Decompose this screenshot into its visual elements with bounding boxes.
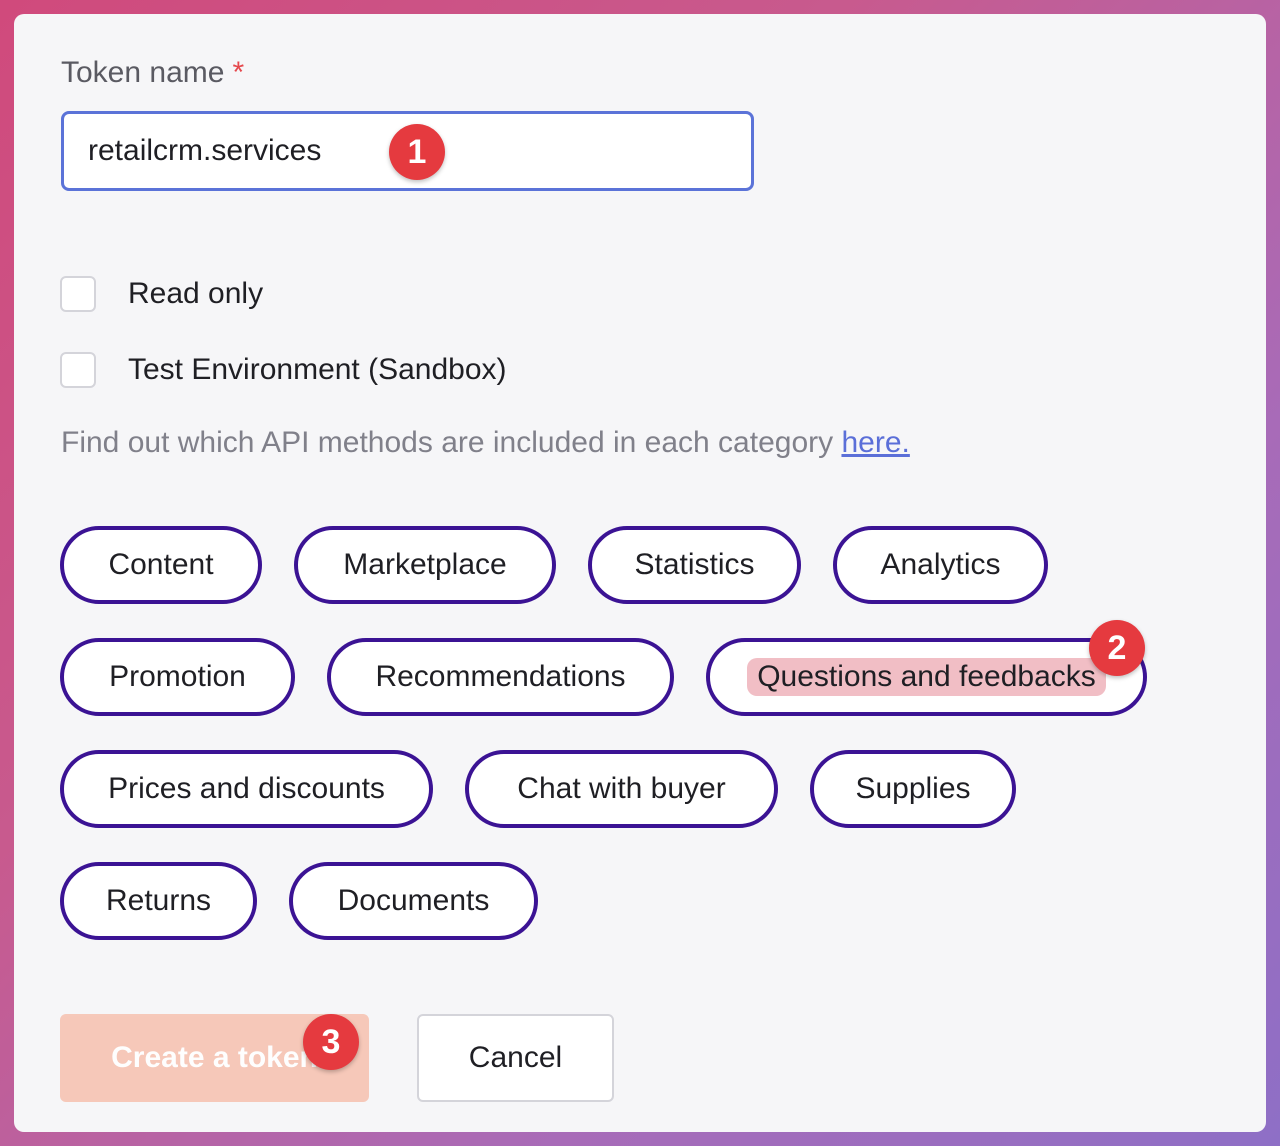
chip-marketplace[interactable]: Marketplace <box>294 526 556 604</box>
chip-statistics[interactable]: Statistics <box>588 526 801 604</box>
sandbox-checkbox[interactable] <box>60 352 96 388</box>
chip-label: Prices and discounts <box>108 772 385 805</box>
read-only-row[interactable]: Read only <box>60 276 263 312</box>
chip-analytics[interactable]: Analytics <box>833 526 1048 604</box>
chip-returns[interactable]: Returns <box>60 862 257 940</box>
chip-label: Content <box>108 548 214 581</box>
info-link[interactable]: here. <box>841 426 909 459</box>
sandbox-label: Test Environment (Sandbox) <box>128 353 507 386</box>
cancel-label: Cancel <box>468 1041 563 1074</box>
cancel-button[interactable]: Cancel <box>417 1014 614 1102</box>
info-text-body: Find out which API methods are included … <box>61 426 842 459</box>
chip-documents[interactable]: Documents <box>289 862 538 940</box>
chip-label: Analytics <box>880 548 1001 581</box>
chip-label: Statistics <box>634 548 755 581</box>
chip-label: Marketplace <box>343 548 507 581</box>
chip-recommendations[interactable]: Recommendations <box>327 638 674 716</box>
token-name-label: Token name * <box>61 56 244 90</box>
chip-label: Recommendations <box>375 660 626 693</box>
chip-supplies[interactable]: Supplies <box>810 750 1016 828</box>
chip-label: Returns <box>105 884 212 917</box>
step-badge-2: 2 <box>1089 620 1145 676</box>
info-text: Find out which API methods are included … <box>61 426 910 460</box>
chip-promotion[interactable]: Promotion <box>60 638 295 716</box>
chip-label: Promotion <box>109 660 246 693</box>
chip-prices-and-discounts[interactable]: Prices and discounts <box>60 750 433 828</box>
step-badge-3: 3 <box>303 1014 359 1070</box>
chip-label: Supplies <box>855 772 971 805</box>
step-badge-1: 1 <box>389 124 445 180</box>
chip-chat-with-buyer[interactable]: Chat with buyer <box>465 750 778 828</box>
chip-label-highlighted: Questions and feedbacks <box>747 658 1106 696</box>
read-only-checkbox[interactable] <box>60 276 96 312</box>
chip-label: Documents <box>337 884 490 917</box>
sandbox-row[interactable]: Test Environment (Sandbox) <box>60 352 507 388</box>
chip-label: Chat with buyer <box>517 772 726 805</box>
required-asterisk: * <box>232 56 245 89</box>
token-name-label-text: Token name <box>61 56 225 89</box>
create-token-label: Create a token <box>111 1041 318 1074</box>
token-dialog: Token name* 1 Read only Test Environment… <box>14 14 1266 1132</box>
chip-content[interactable]: Content <box>60 526 262 604</box>
chip-questions-and-feedbacks[interactable]: Questions and feedbacks <box>706 638 1147 716</box>
read-only-label: Read only <box>128 277 264 310</box>
